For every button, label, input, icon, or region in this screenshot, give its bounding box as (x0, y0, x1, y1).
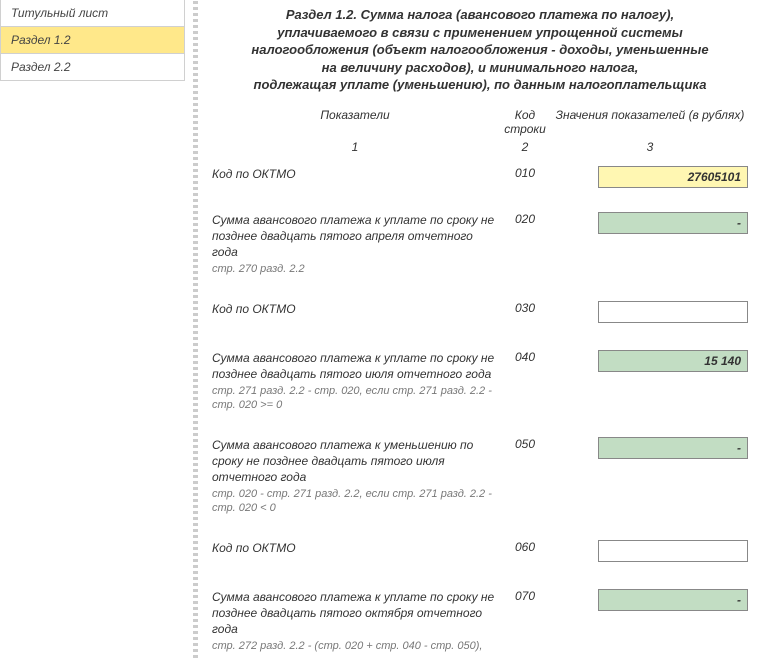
col-header-indicator: Показатели (210, 104, 500, 140)
sidebar-item-label: Раздел 1.2 (11, 33, 71, 47)
indicator-text: Сумма авансового платежа к уплате по сро… (212, 350, 498, 382)
indicator-text: Сумма авансового платежа к уменьшению по… (212, 437, 498, 486)
table-row: Код по ОКТМО 060 (210, 536, 750, 569)
table-row: Сумма авансового платежа к уплате по сро… (210, 585, 750, 658)
table-row: Код по ОКТМО 030 (210, 297, 750, 330)
row-code: 030 (500, 297, 550, 330)
sidebar-item-section-1-2[interactable]: Раздел 1.2 (0, 26, 185, 54)
row-code: 010 (500, 162, 550, 192)
table-row: Код по ОКТМО 010 27605101 (210, 162, 750, 192)
table-header: Показатели Код строки Значения показател… (210, 104, 750, 140)
indicator-sub: стр. 270 разд. 2.2 (212, 262, 498, 276)
sidebar: Титульный лист Раздел 1.2 Раздел 2.2 (0, 0, 185, 658)
table-row: Сумма авансового платежа к уплате по сро… (210, 346, 750, 417)
value-field-oktmo-030[interactable] (598, 301, 748, 323)
indicator-text: Код по ОКТМО (212, 301, 498, 317)
title-line: уплачиваемого в связи с применением упро… (277, 25, 683, 40)
indicator-text: Сумма авансового платежа к уплате по сро… (212, 589, 498, 638)
col-header-value: Значения показателей (в рублях) (550, 104, 750, 140)
value-field-050[interactable]: - (598, 437, 748, 459)
indicator-sub: стр. 272 разд. 2.2 - (стр. 020 + стр. 04… (212, 639, 498, 653)
row-code: 060 (500, 536, 550, 569)
row-code: 040 (500, 346, 550, 417)
value-field-020[interactable]: - (598, 212, 748, 234)
sidebar-item-section-2-2[interactable]: Раздел 2.2 (0, 53, 185, 81)
section-title: Раздел 1.2. Сумма налога (авансового пла… (210, 6, 750, 94)
tax-table: Показатели Код строки Значения показател… (210, 104, 750, 658)
title-line: на величину расходов), и минимального на… (322, 60, 639, 75)
row-code: 050 (500, 433, 550, 520)
title-line: налогообложения (объект налогообложения … (251, 42, 708, 57)
col-num: 1 (210, 140, 500, 162)
indicator-text: Код по ОКТМО (212, 540, 498, 556)
table-row: Сумма авансового платежа к уплате по сро… (210, 208, 750, 281)
indicator-sub: стр. 020 - стр. 271 разд. 2.2, если стр.… (212, 487, 498, 516)
title-line: Раздел 1.2. Сумма налога (авансового пла… (286, 7, 674, 22)
row-code: 070 (500, 585, 550, 658)
value-field-oktmo-060[interactable] (598, 540, 748, 562)
value-field-040[interactable]: 15 140 (598, 350, 748, 372)
row-code: 020 (500, 208, 550, 281)
sidebar-item-label: Раздел 2.2 (11, 60, 71, 74)
sidebar-item-label: Титульный лист (11, 6, 108, 20)
col-num: 3 (550, 140, 750, 162)
table-header-numbers: 1 2 3 (210, 140, 750, 162)
sidebar-item-title-page[interactable]: Титульный лист (0, 0, 185, 27)
indicator-text: Сумма авансового платежа к уплате по сро… (212, 212, 498, 261)
value-field-oktmo-010[interactable]: 27605101 (598, 166, 748, 188)
col-header-code: Код строки (500, 104, 550, 140)
main-content: Раздел 1.2. Сумма налога (авансового пла… (206, 0, 760, 658)
indicator-sub: стр. 271 разд. 2.2 - стр. 020, если стр.… (212, 384, 498, 413)
value-field-070[interactable]: - (598, 589, 748, 611)
col-num: 2 (500, 140, 550, 162)
title-line: подлежащая уплате (уменьшению), по данны… (254, 77, 707, 92)
table-row: Сумма авансового платежа к уменьшению по… (210, 433, 750, 520)
vertical-divider (193, 0, 198, 658)
indicator-text: Код по ОКТМО (212, 166, 498, 182)
